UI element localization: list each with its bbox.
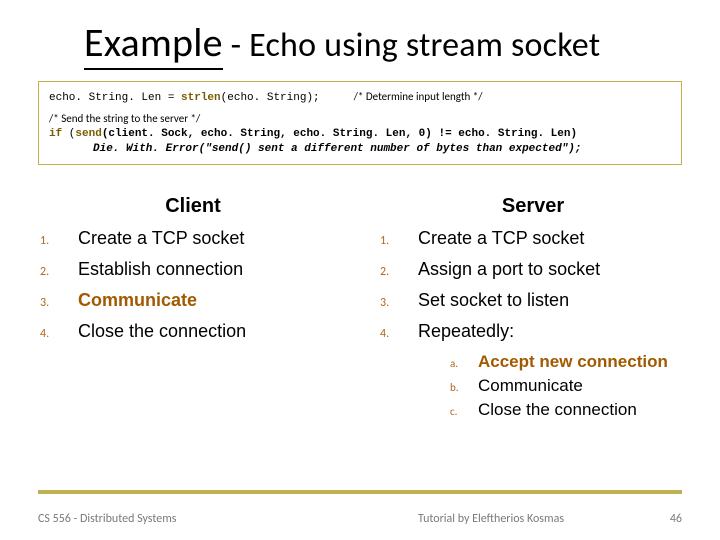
code-text: ( — [62, 128, 75, 140]
client-heading: Client — [34, 195, 352, 218]
page-number: 46 — [642, 512, 682, 526]
slide-title: Example - Echo using stream socket — [0, 0, 720, 75]
title-rest: - Echo using stream socket — [223, 25, 601, 66]
sub-letter: a. — [450, 357, 478, 370]
item-text: Create a TCP socket — [418, 228, 584, 249]
code-line-1: echo. String. Len = strlen(echo. String)… — [49, 90, 671, 106]
title-example: Example — [84, 18, 223, 70]
sub-text: Communicate — [478, 376, 583, 396]
item-text: Set socket to listen — [418, 290, 569, 311]
item-number: 4. — [374, 327, 418, 341]
sub-letter: b. — [450, 381, 478, 394]
server-heading: Server — [374, 195, 692, 218]
server-column: Server 1.Create a TCP socket 2.Assign a … — [360, 195, 700, 424]
sub-text-highlighted: Accept new connection — [478, 352, 668, 372]
sub-item: a.Accept new connection — [450, 352, 692, 372]
code-keyword-send: send — [75, 128, 101, 140]
client-column: Client 1.Create a TCP socket 2.Establish… — [20, 195, 360, 424]
list-item: 2.Establish connection — [34, 259, 352, 280]
item-text: Repeatedly: — [418, 321, 514, 342]
code-box: echo. String. Len = strlen(echo. String)… — [38, 81, 682, 165]
item-text: Establish connection — [78, 259, 243, 280]
footer: CS 556 - Distributed Systems Tutorial by… — [38, 512, 682, 526]
item-text: Close the connection — [78, 321, 246, 342]
item-text-highlighted: Communicate — [78, 290, 197, 311]
item-number: 1. — [34, 234, 78, 248]
list-item: 4.Close the connection — [34, 321, 352, 342]
sub-item: c.Close the connection — [450, 400, 692, 420]
code-line-2: if (send(client. Sock, echo. String, ech… — [49, 127, 671, 142]
code-comment: /* Determine input length */ — [354, 90, 483, 103]
code-keyword-strlen: strlen — [181, 92, 221, 104]
list-item: 3.Set socket to listen — [374, 290, 692, 311]
item-number: 1. — [374, 234, 418, 248]
sub-text: Close the connection — [478, 400, 637, 420]
code-comment: /* Send the string to the server */ — [49, 112, 671, 127]
sub-letter: c. — [450, 405, 478, 418]
list-item: 2.Assign a port to socket — [374, 259, 692, 280]
code-line-3: Die. With. Error("send() sent a differen… — [49, 142, 671, 157]
list-item: 3.Communicate — [34, 290, 352, 311]
item-number: 2. — [34, 265, 78, 279]
code-text: (echo. String); — [221, 92, 320, 104]
code-keyword-if: if — [49, 128, 62, 140]
list-item: 1.Create a TCP socket — [374, 228, 692, 249]
footer-left: CS 556 - Distributed Systems — [38, 512, 340, 526]
item-text: Create a TCP socket — [78, 228, 244, 249]
sub-item: b.Communicate — [450, 376, 692, 396]
item-number: 3. — [34, 296, 78, 310]
item-number: 2. — [374, 265, 418, 279]
item-text: Assign a port to socket — [418, 259, 600, 280]
item-number: 4. — [34, 327, 78, 341]
columns: Client 1.Create a TCP socket 2.Establish… — [0, 195, 720, 424]
code-text: (client. Sock, echo. String, echo. Strin… — [102, 128, 577, 140]
footer-center: Tutorial by Eleftherios Kosmas — [340, 512, 642, 526]
list-item: 1.Create a TCP socket — [34, 228, 352, 249]
list-item: 4.Repeatedly: — [374, 321, 692, 342]
item-number: 3. — [374, 296, 418, 310]
code-text: echo. String. Len = — [49, 92, 181, 104]
footer-divider — [38, 490, 682, 494]
